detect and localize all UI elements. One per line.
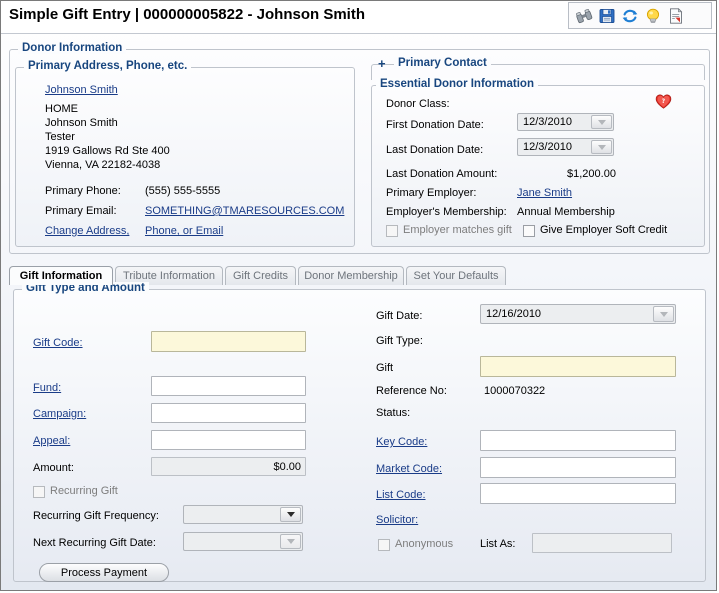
primary-email-label: Primary Email: — [45, 205, 117, 217]
toolbar — [568, 2, 712, 29]
donor-class-label: Donor Class: — [386, 98, 450, 110]
list-as-label: List As: — [480, 538, 516, 550]
gift-type-label: Gift Type: — [376, 335, 423, 347]
gift-type-and-amount-group: Gift Type and Amount Gift Code: Fund: Ca… — [13, 282, 706, 582]
appeal-label[interactable]: Appeal: — [33, 435, 70, 447]
reference-no-label: Reference No: — [376, 385, 447, 397]
address-line-2: Tester — [45, 131, 75, 143]
gift-code-input[interactable] — [151, 331, 306, 352]
status-label: Status: — [376, 407, 411, 419]
next-recurring-date-dropdown-button[interactable] — [280, 534, 301, 549]
anonymous-label: Anonymous — [395, 538, 454, 550]
primary-employer-label: Primary Employer: — [386, 187, 477, 199]
first-donation-date-combo[interactable]: 12/3/2010 — [517, 113, 614, 131]
fund-label[interactable]: Fund: — [33, 382, 61, 394]
employer-matches-gift-label: Employer matches gift — [403, 224, 512, 236]
address-line-4: Vienna, VA 22182-4038 — [45, 159, 161, 171]
last-donation-date-combo[interactable]: 12/3/2010 — [517, 138, 614, 156]
lightbulb-icon[interactable] — [644, 7, 662, 25]
application-window: Simple Gift Entry | 000000005822 - Johns… — [0, 0, 717, 591]
primary-address-legend: Primary Address, Phone, etc. — [24, 60, 192, 72]
market-code-input[interactable] — [480, 457, 676, 478]
essential-donor-information-group: Essential Donor Information Donor Class:… — [371, 78, 705, 247]
amount-label: Amount: — [33, 462, 74, 474]
next-recurring-date-combo[interactable] — [183, 532, 303, 551]
gift-label: Gift — [376, 362, 394, 374]
gift-date-value: 12/16/2010 — [486, 308, 542, 320]
svg-text:?: ? — [662, 99, 665, 105]
employer-matches-gift-checkbox[interactable] — [386, 225, 398, 237]
address-line-1: Johnson Smith — [45, 117, 118, 129]
change-phone-email-link[interactable]: Phone, or Email — [145, 225, 223, 237]
solicitor-label[interactable]: Solicitor: — [376, 514, 418, 526]
primary-employer-link[interactable]: Jane Smith — [517, 187, 572, 199]
list-as-input — [532, 533, 672, 553]
give-employer-soft-credit-checkbox[interactable] — [523, 225, 535, 237]
chevron-down-icon — [659, 311, 668, 317]
primary-contact-legend: Primary Contact — [394, 57, 491, 69]
tab-gift-credits[interactable]: Gift Credits — [225, 266, 296, 285]
employer-membership-value: Annual Membership — [517, 206, 615, 218]
list-code-label[interactable]: List Code: — [376, 489, 426, 501]
list-code-input[interactable] — [480, 483, 676, 504]
fund-input[interactable] — [151, 376, 306, 396]
refresh-icon[interactable] — [621, 7, 639, 25]
recurring-gift-label: Recurring Gift — [50, 485, 118, 497]
report-icon[interactable] — [667, 7, 685, 25]
amount-input — [151, 457, 306, 476]
gift-date-label: Gift Date: — [376, 310, 423, 322]
key-code-label[interactable]: Key Code: — [376, 436, 427, 448]
reference-no-value: 1000070322 — [484, 385, 546, 397]
chevron-down-icon — [286, 512, 295, 517]
change-address-link[interactable]: Change Address, — [45, 225, 129, 237]
chevron-down-icon — [597, 119, 606, 125]
next-recurring-date-label: Next Recurring Gift Date: — [33, 537, 156, 549]
tab-gift-information[interactable]: Gift Information — [9, 266, 113, 285]
heart-question-icon: ? — [655, 94, 672, 109]
key-code-input[interactable] — [480, 430, 676, 451]
employer-membership-label: Employer's Membership: — [386, 206, 507, 218]
essential-donor-legend: Essential Donor Information — [376, 78, 538, 90]
appeal-input[interactable] — [151, 430, 306, 450]
gift-input[interactable] — [480, 356, 676, 377]
campaign-input[interactable] — [151, 403, 306, 423]
primary-address-group: Primary Address, Phone, etc. Johnson Smi… — [15, 60, 355, 247]
recurring-gift-checkbox[interactable] — [33, 486, 45, 498]
chevron-down-icon — [286, 539, 295, 544]
campaign-label[interactable]: Campaign: — [33, 408, 86, 420]
donor-information-legend: Donor Information — [18, 42, 127, 54]
give-employer-soft-credit-label: Give Employer Soft Credit — [540, 224, 668, 236]
address-line-0: HOME — [45, 103, 78, 115]
primary-contact-expander[interactable]: + — [378, 57, 386, 70]
first-donation-date-label: First Donation Date: — [386, 119, 484, 131]
recurring-frequency-label: Recurring Gift Frequency: — [33, 510, 159, 522]
gift-date-dropdown-button[interactable] — [653, 306, 674, 322]
donor-name-link[interactable]: Johnson Smith — [45, 84, 118, 96]
last-donation-date-label: Last Donation Date: — [386, 144, 484, 156]
title-bar: Simple Gift Entry | 000000005822 - Johns… — [1, 1, 716, 34]
tab-set-your-defaults[interactable]: Set Your Defaults — [406, 266, 506, 285]
address-line-3: 1919 Gallows Rd Ste 400 — [45, 145, 170, 157]
last-donation-date-dropdown-button[interactable] — [591, 140, 612, 154]
binoculars-icon[interactable] — [575, 7, 593, 25]
gift-date-combo[interactable]: 12/16/2010 — [480, 304, 676, 324]
last-donation-date-value: 12/3/2010 — [523, 141, 572, 153]
primary-email-link[interactable]: SOMETHING@TMARESOURCES.COM — [145, 205, 344, 217]
tab-donor-membership[interactable]: Donor Membership — [298, 266, 404, 285]
last-donation-amount-value: $1,200.00 — [567, 168, 616, 180]
recurring-frequency-combo[interactable] — [183, 505, 303, 524]
primary-phone-label: Primary Phone: — [45, 185, 121, 197]
first-donation-date-dropdown-button[interactable] — [591, 115, 612, 129]
recurring-frequency-dropdown-button[interactable] — [280, 507, 301, 522]
page-title: Simple Gift Entry | 000000005822 - Johns… — [9, 6, 365, 23]
gift-code-label[interactable]: Gift Code: — [33, 337, 83, 349]
save-icon[interactable] — [598, 7, 616, 25]
anonymous-checkbox[interactable] — [378, 539, 390, 551]
process-payment-button[interactable]: Process Payment — [39, 563, 169, 582]
first-donation-date-value: 12/3/2010 — [523, 116, 572, 128]
market-code-label[interactable]: Market Code: — [376, 463, 442, 475]
chevron-down-icon — [597, 144, 606, 150]
last-donation-amount-label: Last Donation Amount: — [386, 168, 498, 180]
primary-phone-value: (555) 555-5555 — [145, 185, 221, 197]
